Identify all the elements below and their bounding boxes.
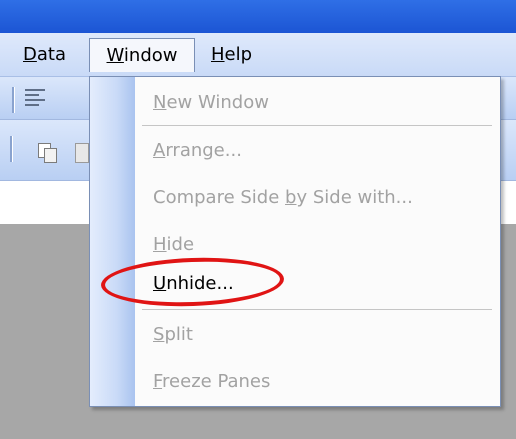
paste-icon[interactable] xyxy=(75,143,89,163)
menu-item-mnemonic: A xyxy=(153,140,166,161)
align-left-icon[interactable] xyxy=(25,89,45,107)
title-bar xyxy=(0,0,516,33)
menu-item-freeze-panes[interactable]: Freeze Panes xyxy=(153,366,270,398)
menu-separator xyxy=(142,125,492,126)
toolbar-separator xyxy=(10,136,13,162)
menu-item-split[interactable]: Split xyxy=(153,319,193,351)
window-menu-dropdown: New Window Arrange... Compare Side by Si… xyxy=(89,76,501,407)
menu-item-label: y Side with... xyxy=(296,187,413,208)
menu-window-mnemonic: W xyxy=(106,45,124,66)
menu-item-hide[interactable]: Hide xyxy=(153,229,194,261)
menu-window-label: indow xyxy=(123,45,178,66)
menu-data-label: ata xyxy=(36,44,66,65)
menu-item-label: ew Window xyxy=(166,92,269,113)
menu-item-prefix: Compare Side xyxy=(153,187,286,208)
menu-item-new-window[interactable]: New Window xyxy=(153,87,269,119)
menu-help-mnemonic: H xyxy=(211,44,225,65)
copy-icon[interactable] xyxy=(38,143,58,163)
menu-data[interactable]: Data xyxy=(14,41,75,68)
menu-help-label: elp xyxy=(224,44,253,65)
menu-item-mnemonic: N xyxy=(153,92,167,113)
menu-item-mnemonic: b xyxy=(285,187,297,208)
menu-icon-gutter xyxy=(90,77,135,406)
menu-item-mnemonic: H xyxy=(153,234,167,255)
menu-item-compare-side-by-side[interactable]: Compare Side by Side with... xyxy=(153,182,413,214)
menu-item-label: plit xyxy=(164,324,193,345)
menu-data-mnemonic: D xyxy=(23,44,37,65)
menu-item-mnemonic: S xyxy=(153,324,165,345)
menu-item-arrange[interactable]: Arrange... xyxy=(153,135,242,167)
menu-item-label: reeze Panes xyxy=(162,371,271,392)
menu-bar: Data Window Help xyxy=(0,33,516,77)
menu-item-label: ide xyxy=(166,234,195,255)
menu-item-label: rrange... xyxy=(165,140,242,161)
menu-help[interactable]: Help xyxy=(202,41,261,68)
menu-window[interactable]: Window xyxy=(89,38,195,72)
toolbar-separator xyxy=(12,87,15,113)
menu-item-mnemonic: F xyxy=(153,371,163,392)
menu-separator xyxy=(142,309,492,310)
